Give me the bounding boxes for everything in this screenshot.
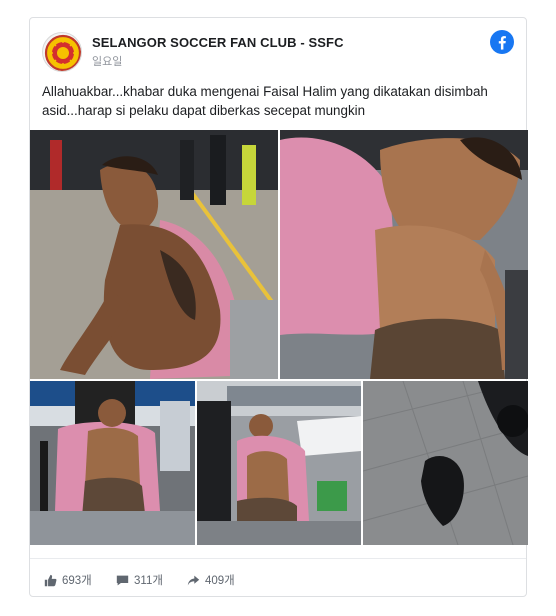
shares-stat[interactable]: 409개	[187, 572, 235, 588]
likes-count: 693개	[62, 575, 92, 587]
photo-4[interactable]	[197, 381, 361, 545]
thumbs-up-icon	[44, 574, 57, 586]
photo-2-image	[280, 130, 528, 379]
post-header: SELANGOR SOCCER FAN CLUB - SSFC 일요일	[30, 18, 526, 78]
page-avatar[interactable]	[42, 32, 82, 72]
comments-stat[interactable]: 311개	[116, 572, 163, 588]
photo-4-image	[197, 381, 361, 545]
comments-count: 311개	[134, 575, 163, 587]
photo-1[interactable]	[30, 130, 278, 379]
photo-1-image	[30, 130, 278, 379]
share-arrow-icon	[187, 575, 200, 585]
facebook-icon[interactable]	[490, 30, 514, 54]
photo-5-image	[363, 381, 528, 545]
post-timestamp[interactable]: 일요일	[92, 53, 122, 69]
likes-stat[interactable]: 693개	[44, 572, 92, 588]
facebook-post-card: SELANGOR SOCCER FAN CLUB - SSFC 일요일 Alla…	[29, 17, 528, 598]
shares-count: 409개	[205, 575, 235, 587]
club-crest-icon	[44, 34, 81, 71]
photo-2[interactable]	[280, 130, 528, 379]
comment-icon	[116, 575, 129, 585]
photo-3[interactable]	[30, 381, 195, 545]
photo-grid	[30, 130, 528, 545]
page-name-link[interactable]: SELANGOR SOCCER FAN CLUB - SSFC	[92, 35, 344, 50]
post-stats-bar: 693개 311개 409개	[30, 558, 526, 598]
photo-3-image	[30, 381, 195, 545]
post-text: Allahuakbar...khabar duka mengenai Faisa…	[42, 84, 488, 118]
photo-5[interactable]	[363, 381, 528, 545]
